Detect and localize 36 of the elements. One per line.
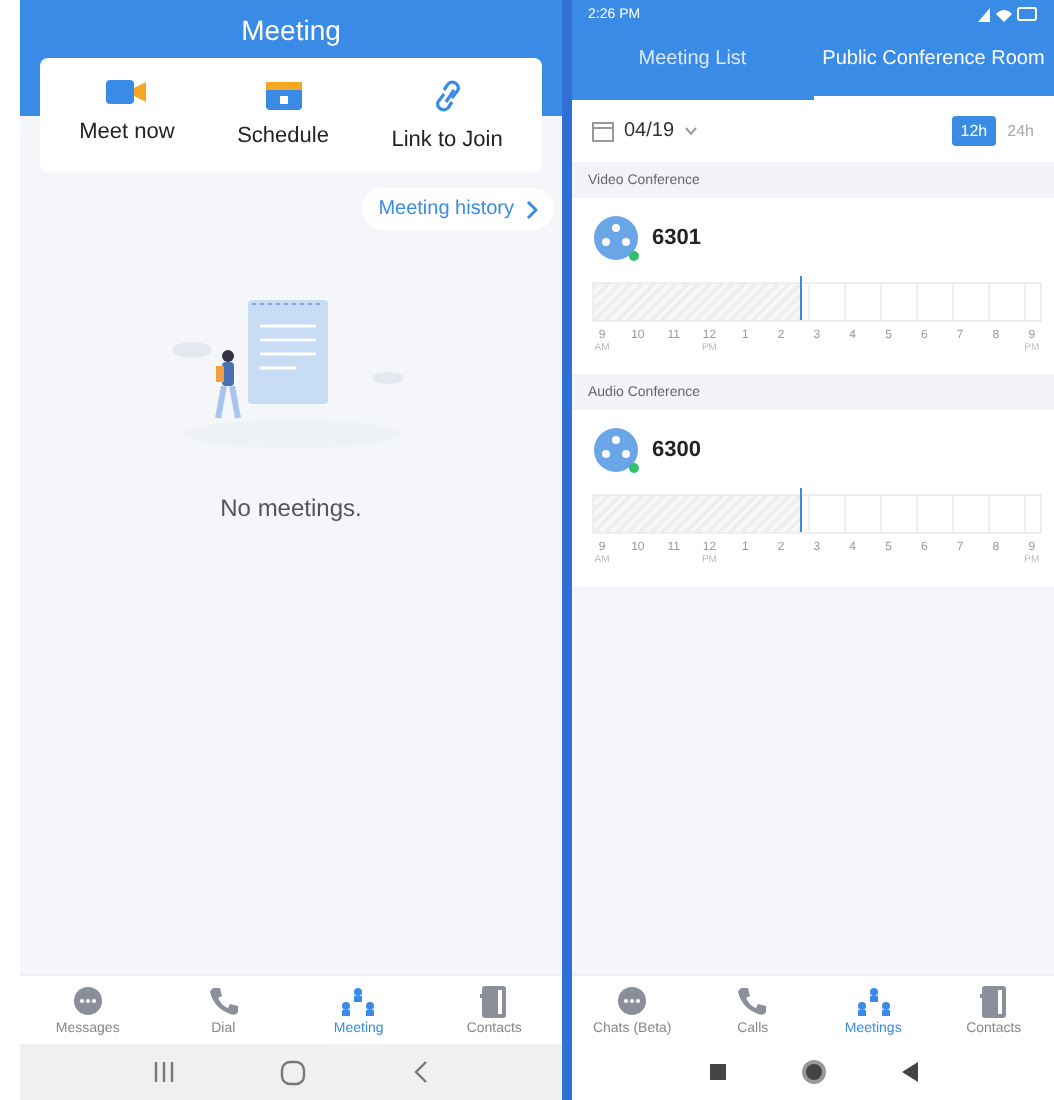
people-icon <box>855 985 892 1017</box>
back-triangle-icon <box>901 1062 917 1082</box>
meeting-history-button[interactable]: Meeting history <box>362 188 554 230</box>
people-icon <box>340 985 377 1017</box>
back-icon <box>411 1060 430 1084</box>
room-avatar-icon <box>592 214 640 262</box>
home-circle-icon <box>799 1058 827 1086</box>
current-time-marker <box>799 488 802 532</box>
chevron-right-icon <box>526 199 538 219</box>
action-button[interactable]: Link to Join <box>391 78 503 152</box>
action-button[interactable]: Schedule <box>237 78 329 152</box>
chat-bubble-icon <box>616 985 649 1017</box>
address-book-icon <box>480 985 509 1017</box>
date-picker[interactable]: 04/19 <box>592 120 699 142</box>
room-number: 6301 <box>652 226 701 250</box>
time-format-toggle[interactable]: 12h <box>952 116 996 146</box>
time-format-toggle[interactable]: 24h <box>999 116 1042 146</box>
status-icons <box>978 6 1038 22</box>
chevron-down-icon <box>684 126 699 136</box>
calendar-icon <box>592 120 614 142</box>
room-number: 6300 <box>652 438 701 462</box>
recents-icon <box>152 1060 177 1084</box>
home-icon <box>280 1059 307 1085</box>
square-icon <box>709 1064 725 1080</box>
tab[interactable]: Meeting List <box>572 22 813 100</box>
phone-icon <box>207 985 240 1017</box>
room-avatar-icon <box>592 426 640 474</box>
action-button[interactable]: Meet now <box>79 78 175 152</box>
screen-title: Meeting <box>239 12 343 46</box>
video-camera-icon <box>106 78 147 106</box>
address-book-icon <box>979 985 1008 1017</box>
chat-bubble-icon <box>71 985 104 1017</box>
calendar-icon <box>265 78 302 110</box>
current-time-marker <box>799 276 802 320</box>
phone-icon <box>736 985 769 1017</box>
empty-state-message: No meetings. <box>220 494 362 522</box>
